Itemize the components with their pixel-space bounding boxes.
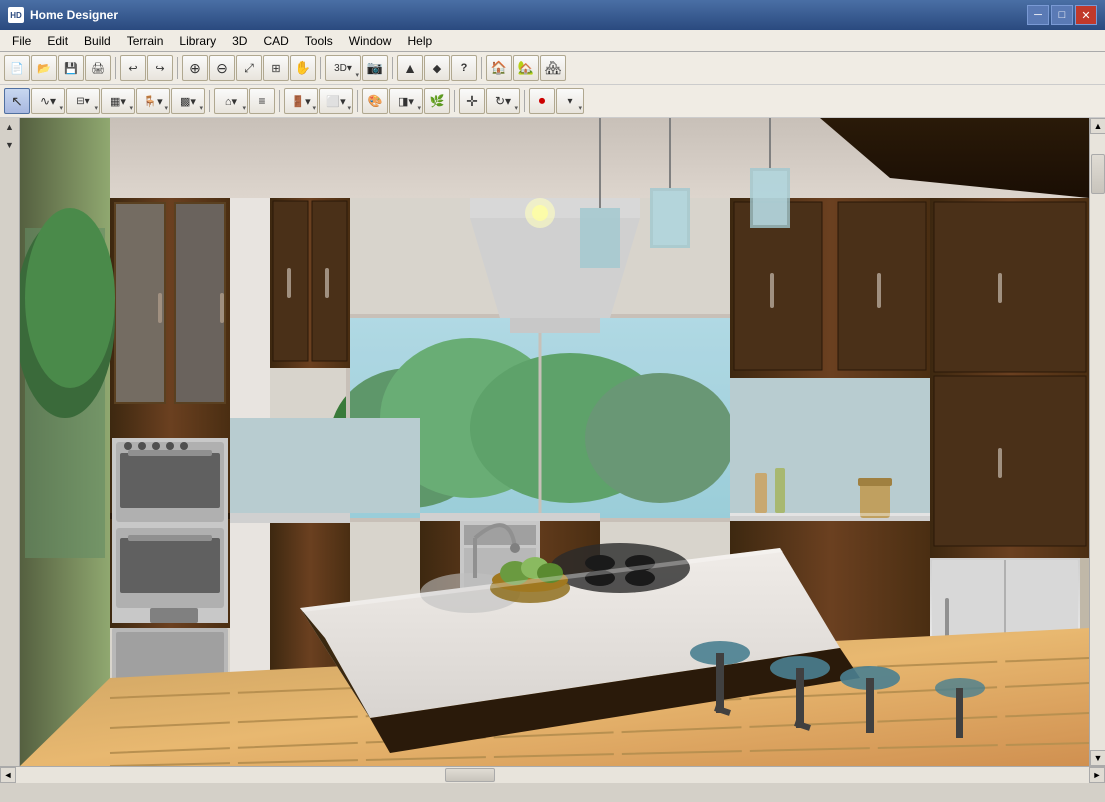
floor-button[interactable]: ▩▾ xyxy=(171,88,205,114)
status-bar xyxy=(0,782,1105,802)
scroll-right-button[interactable]: ► xyxy=(1089,767,1105,783)
house-interior-button[interactable]: 🏡 xyxy=(513,55,539,81)
new-button[interactable]: 📄 xyxy=(4,55,30,81)
menu-build[interactable]: Build xyxy=(76,32,119,50)
paint-button[interactable]: 🎨 xyxy=(362,88,388,114)
move-button[interactable]: ✛ xyxy=(459,88,485,114)
material-button[interactable]: ◨▾ xyxy=(389,88,423,114)
menu-cad[interactable]: CAD xyxy=(255,32,296,50)
pan-button[interactable]: ✋ xyxy=(290,55,316,81)
scroll-up-button[interactable]: ▲ xyxy=(1090,118,1105,134)
maximize-button[interactable]: □ xyxy=(1051,5,1073,25)
minimize-button[interactable]: ─ xyxy=(1027,5,1049,25)
menu-terrain[interactable]: Terrain xyxy=(119,32,172,50)
zoom-out-button[interactable]: ⊖ xyxy=(209,55,235,81)
canvas-area[interactable] xyxy=(20,118,1089,766)
rotate-button[interactable]: ↻▾ xyxy=(486,88,520,114)
menu-library[interactable]: Library xyxy=(171,32,224,50)
cabinet-tool-button[interactable]: ▦▾ xyxy=(101,88,135,114)
save-button[interactable]: 💾 xyxy=(58,55,84,81)
sidebar-scroll-down[interactable]: ▼ xyxy=(2,140,18,156)
left-sidebar: ▲ ▼ xyxy=(0,118,20,766)
view3d-button[interactable]: 3D▾ xyxy=(325,55,361,81)
record-options-button[interactable]: ▾ xyxy=(556,88,584,114)
scroll-track[interactable] xyxy=(1090,134,1105,750)
window-tool-button[interactable]: ⬜▾ xyxy=(319,88,353,114)
furniture-button[interactable]: 🪑▾ xyxy=(136,88,170,114)
select-tool-button[interactable]: ↖ xyxy=(4,88,30,114)
h-scroll-thumb[interactable] xyxy=(445,768,495,782)
stair-button[interactable]: ≡ xyxy=(249,88,275,114)
marker-button[interactable]: ◆ xyxy=(424,55,450,81)
zoom-window-button[interactable]: ⊞ xyxy=(263,55,289,81)
window-controls: ─ □ ✕ xyxy=(1027,5,1097,25)
door-button[interactable]: 🚪▾ xyxy=(284,88,318,114)
menu-3d[interactable]: 3D xyxy=(224,32,255,50)
spline-button[interactable]: ∿▾ xyxy=(31,88,65,114)
camera-button[interactable]: 📷 xyxy=(362,55,388,81)
bottom-scrollbar: ◄ ► xyxy=(0,766,1105,782)
close-button[interactable]: ✕ xyxy=(1075,5,1097,25)
title-bar: HD Home Designer ─ □ ✕ xyxy=(0,0,1105,30)
menu-window[interactable]: Window xyxy=(341,32,400,50)
menu-help[interactable]: Help xyxy=(399,32,440,50)
roof-button[interactable]: ⌂▾ xyxy=(214,88,248,114)
menu-edit[interactable]: Edit xyxy=(39,32,76,50)
zoom-fit-button[interactable]: ⤢ xyxy=(236,55,262,81)
open-button[interactable]: 📂 xyxy=(31,55,57,81)
right-scrollbar: ▲ ▼ xyxy=(1089,118,1105,766)
menu-tools[interactable]: Tools xyxy=(297,32,341,50)
house-overview-button[interactable]: 🏘 xyxy=(540,55,566,81)
redo-button[interactable]: ↪ xyxy=(147,55,173,81)
print-button[interactable]: 🖨 xyxy=(85,55,111,81)
scroll-down-button[interactable]: ▼ xyxy=(1090,750,1105,766)
toolbar-primary: 📄 📂 💾 🖨 ↩ ↪ ⊕ ⊖ ⤢ ⊞ ✋ 3D▾ 📷 ▲ ◆ ? 🏠 🏡 🏘 xyxy=(0,52,1105,85)
plant-button[interactable]: 🌿 xyxy=(424,88,450,114)
zoom-in-button[interactable]: ⊕ xyxy=(182,55,208,81)
toolbar-secondary: ↖ ∿▾ ⊟▾ ▦▾ 🪑▾ ▩▾ ⌂▾ ≡ 🚪▾ ⬜▾ 🎨 ◨▾ 🌿 ✛ ↻▾ … xyxy=(0,85,1105,118)
undo-button[interactable]: ↩ xyxy=(120,55,146,81)
scroll-left-button[interactable]: ◄ xyxy=(0,767,16,783)
kitchen-render xyxy=(20,118,1089,766)
scroll-thumb[interactable] xyxy=(1091,154,1105,194)
h-scroll-track[interactable] xyxy=(16,767,1089,783)
menu-file[interactable]: File xyxy=(4,32,39,50)
up-arrow-button[interactable]: ▲ xyxy=(397,55,423,81)
app-title: Home Designer xyxy=(30,8,118,22)
wall-tool-button[interactable]: ⊟▾ xyxy=(66,88,100,114)
help-button[interactable]: ? xyxy=(451,55,477,81)
sidebar-scroll-up[interactable]: ▲ xyxy=(2,122,18,138)
app-icon: HD xyxy=(8,7,24,23)
house-exterior-button[interactable]: 🏠 xyxy=(486,55,512,81)
menu-bar: File Edit Build Terrain Library 3D CAD T… xyxy=(0,30,1105,52)
record-button[interactable]: ⏺ xyxy=(529,88,555,114)
